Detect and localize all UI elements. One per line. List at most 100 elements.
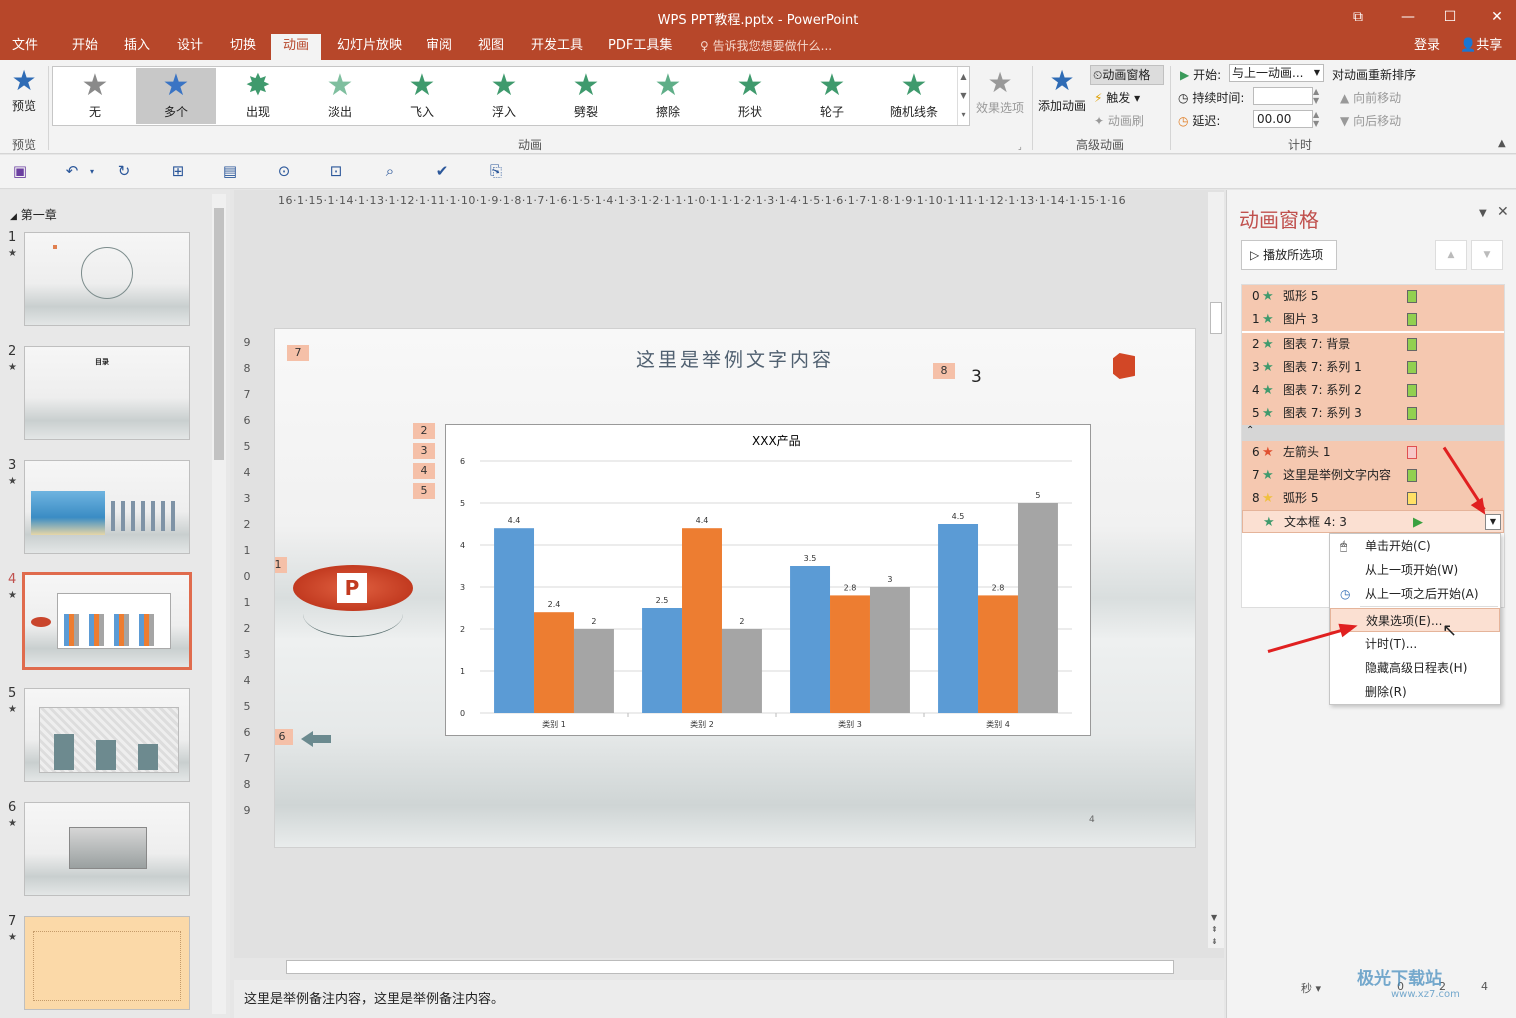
slide-thumbnail-5[interactable] xyxy=(24,688,190,782)
chart-7[interactable]: XXX产品 0 1 2 3 4 5 6 4.4 2.4 2 类别 1 2.5 4.4 2 类别 2 3.5 2.… xyxy=(445,424,1091,736)
notes-pane[interactable]: 这里是举例备注内容，这里是举例备注内容。 xyxy=(234,980,1224,1018)
slide-thumbnail-7[interactable] xyxy=(24,916,190,1010)
new-slide-icon[interactable]: ⊞ xyxy=(168,162,188,182)
tab-file[interactable]: 文件 xyxy=(4,34,46,60)
undo-icon[interactable]: ↶ xyxy=(62,162,82,182)
animation-random-bars[interactable]: ★ 随机线条 xyxy=(874,68,954,124)
animation-row[interactable]: 1 ★ 图片 3 xyxy=(1242,308,1504,331)
check-icon[interactable]: ✔ xyxy=(432,162,452,182)
animation-painter-button[interactable]: ✦ 动画刷 xyxy=(1094,112,1144,130)
slide-thumbnail-2[interactable]: 目录 xyxy=(24,346,190,440)
menu-item-timing[interactable]: 计时(T)... xyxy=(1330,632,1500,656)
animation-row[interactable]: 8 ★ 弧形 5 xyxy=(1242,487,1504,510)
scrollbar-thumb[interactable] xyxy=(214,208,224,460)
animation-split[interactable]: ★ 劈裂 xyxy=(546,68,626,124)
slideshow-icon[interactable]: ⊙ xyxy=(274,162,294,182)
duration-input[interactable] xyxy=(1253,87,1313,105)
slide-thumbnail-6[interactable] xyxy=(24,802,190,896)
share-button[interactable]: 👤共享 xyxy=(1452,34,1510,60)
collapse-group-bar[interactable]: ⌃ xyxy=(1242,425,1504,441)
tab-home[interactable]: 开始 xyxy=(64,34,106,60)
animation-row[interactable]: 0 ★ 弧形 5 xyxy=(1242,285,1504,308)
editor-vertical-scrollbar[interactable]: ▼ ⇞ ⇟ xyxy=(1208,192,1224,948)
row-dropdown-button[interactable]: ▼ xyxy=(1485,514,1501,530)
animation-shape[interactable]: ★ 形状 xyxy=(710,68,790,124)
gallery-scroll[interactable]: ▲ ▼ ▾ xyxy=(957,67,969,125)
minimize-icon[interactable]: — xyxy=(1396,6,1420,28)
save-icon[interactable]: ▣ xyxy=(10,162,30,182)
tab-pdf-tools[interactable]: PDF工具集 xyxy=(600,34,680,60)
animation-wheel[interactable]: ★ 轮子 xyxy=(792,68,872,124)
animation-float-in[interactable]: ★ 浮入 xyxy=(464,68,544,124)
maximize-icon[interactable]: ☐ xyxy=(1438,6,1462,28)
document-icon[interactable]: ⎘ xyxy=(486,162,506,182)
tab-animations[interactable]: 动画 xyxy=(271,34,321,60)
animation-fade[interactable]: ★ 淡出 xyxy=(300,68,380,124)
move-up-button[interactable]: ▲ xyxy=(1435,240,1467,270)
duration-spinner[interactable]: ▲ ▼ xyxy=(1313,87,1319,105)
arc-shape[interactable] xyxy=(303,591,403,637)
animation-row[interactable]: 3 ★ 图表 7: 系列 1 xyxy=(1242,356,1504,379)
animation-row-selected[interactable]: ★ 文本框 4: 3 ▶ ▼ xyxy=(1242,510,1504,533)
slide-title[interactable]: 这里是举例文字内容 xyxy=(275,345,1195,372)
print-preview-icon[interactable]: ⌕ xyxy=(380,162,400,182)
start-select[interactable]: 与上一动画... ▼ xyxy=(1229,64,1324,82)
move-later-button[interactable]: ▼ 向后移动 xyxy=(1340,112,1401,129)
login-link[interactable]: 登录 xyxy=(1406,34,1448,60)
preview-button[interactable]: ★ 预览 xyxy=(4,64,44,130)
animation-row[interactable]: 2 ★ 图表 7: 背景 xyxy=(1242,333,1504,356)
tab-design[interactable]: 设计 xyxy=(169,34,211,60)
animation-multiple[interactable]: ★ 多个 xyxy=(136,68,216,124)
tab-developer[interactable]: 开发工具 xyxy=(523,34,591,60)
tell-me-box[interactable]: ♀ 告诉我您想要做什么... xyxy=(692,34,840,60)
collapse-ribbon-icon[interactable]: ▲ xyxy=(1498,138,1506,149)
slide-thumbnail-1[interactable] xyxy=(24,232,190,326)
animation-none[interactable]: ★ 无 xyxy=(55,68,135,124)
menu-item-after-previous[interactable]: ◷ 从上一项之后开始(A) xyxy=(1330,582,1500,606)
page-nav-icons[interactable]: ▼ ⇞ ⇟ xyxy=(1211,912,1218,948)
tab-insert[interactable]: 插入 xyxy=(116,34,158,60)
delay-spinner[interactable]: ▲ ▼ xyxy=(1313,110,1319,128)
trigger-button[interactable]: ⚡ 触发 ▾ xyxy=(1094,89,1140,107)
animation-fly-in[interactable]: ★ 飞入 xyxy=(382,68,462,124)
dialog-launcher-icon[interactable]: ⌟ xyxy=(1018,142,1022,151)
scrollbar-thumb[interactable] xyxy=(286,960,1174,974)
editor-horizontal-scrollbar[interactable] xyxy=(236,958,1222,976)
menu-item-with-previous[interactable]: 从上一项开始(W) xyxy=(1330,558,1500,582)
present-icon[interactable]: ⊡ xyxy=(326,162,346,182)
animation-row[interactable]: 6 ★ 左箭头 1 xyxy=(1242,441,1504,464)
redo-icon[interactable]: ↻ xyxy=(114,162,134,182)
office-logo[interactable] xyxy=(1113,353,1135,379)
slide-thumbnail-4[interactable] xyxy=(22,572,192,670)
undo-dropdown-icon[interactable]: ▾ xyxy=(82,167,102,187)
delay-input[interactable]: 00.00 xyxy=(1253,110,1313,128)
menu-item-hide-timeline[interactable]: 隐藏高级日程表(H) xyxy=(1330,656,1500,680)
menu-item-start-on-click[interactable]: 🖱 单击开始(C) xyxy=(1330,534,1500,558)
section-header[interactable]: ◢ 第一章 xyxy=(10,206,57,223)
animation-appear[interactable]: ✸ 出现 xyxy=(218,68,298,124)
tab-view[interactable]: 视图 xyxy=(470,34,512,60)
tab-review[interactable]: 审阅 xyxy=(418,34,460,60)
tab-slideshow[interactable]: 幻灯片放映 xyxy=(329,34,410,60)
animation-wipe[interactable]: ★ 擦除 xyxy=(628,68,708,124)
animation-pane-button[interactable]: ⏲动画窗格 xyxy=(1090,65,1164,85)
play-selected-button[interactable]: ▷ 播放所选项 xyxy=(1241,240,1337,270)
effect-options-button[interactable]: ★ 效果选项 xyxy=(974,66,1026,132)
close-icon[interactable]: ✕ xyxy=(1485,6,1509,28)
restore-ribbon-icon[interactable]: ⧉ xyxy=(1346,6,1370,28)
thumbnail-scrollbar[interactable] xyxy=(212,194,226,1014)
textbox-4[interactable]: 3 xyxy=(971,367,982,387)
left-arrow-shape[interactable] xyxy=(301,731,331,747)
move-down-button[interactable]: ▼ xyxy=(1471,240,1503,270)
layout-icon[interactable]: ▤ xyxy=(220,162,240,182)
notes-text[interactable]: 这里是举例备注内容，这里是举例备注内容。 xyxy=(244,988,504,1007)
add-animation-button[interactable]: ★ 添加动画 xyxy=(1036,64,1088,132)
move-earlier-button[interactable]: ▲ 向前移动 xyxy=(1340,89,1401,106)
menu-item-delete[interactable]: 删除(R) xyxy=(1330,680,1500,704)
tab-transitions[interactable]: 切换 xyxy=(222,34,264,60)
close-pane-icon[interactable]: ✕ xyxy=(1497,204,1509,220)
scrollbar-thumb[interactable] xyxy=(1210,302,1222,334)
animation-row[interactable]: 4 ★ 图表 7: 系列 2 xyxy=(1242,379,1504,402)
animation-row[interactable]: 5 ★ 图表 7: 系列 3 xyxy=(1242,402,1504,425)
pane-options-icon[interactable]: ▼ xyxy=(1479,208,1487,219)
